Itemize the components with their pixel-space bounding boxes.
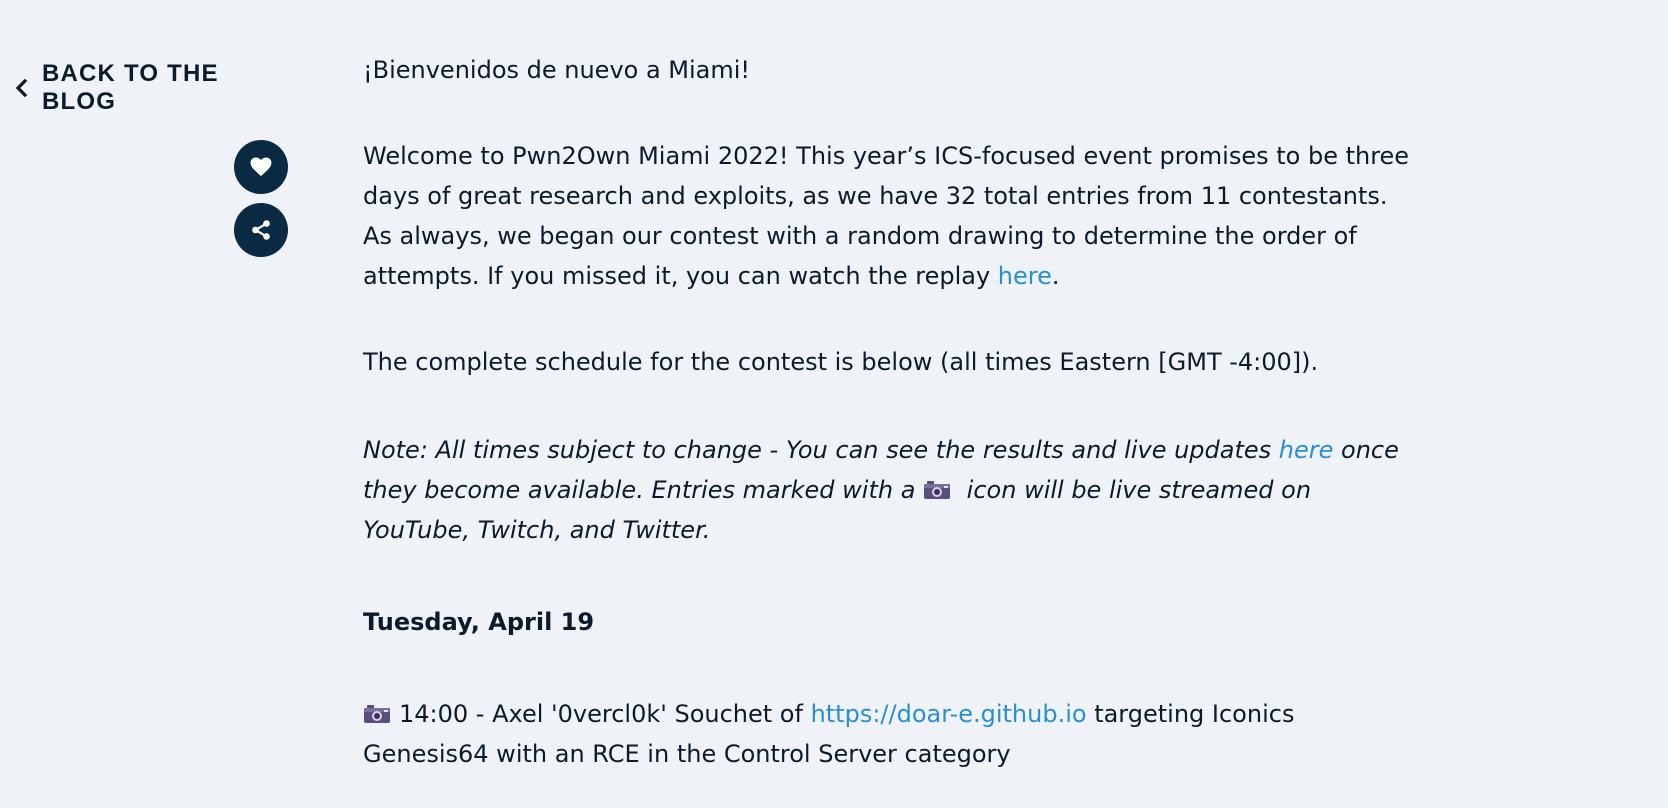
back-to-blog-label: BACK TO THE BLOG [41, 60, 219, 115]
greeting-paragraph: ¡Bienvenidos de nuevo a Miami! [363, 56, 751, 84]
camera-icon [924, 481, 951, 499]
share-icon [252, 220, 270, 240]
replay-link[interactable]: here [998, 262, 1052, 290]
results-link[interactable]: here [1279, 436, 1334, 464]
share-button[interactable] [234, 203, 288, 257]
heart-icon [250, 157, 272, 177]
left-rail: BACK TO THE BLOG [0, 0, 300, 808]
contestant-link[interactable]: https://doar-e.github.io [811, 700, 1087, 728]
entry-text-start: 14:00 - Axel '0vercl0k' Souchet of [399, 700, 811, 728]
schedule-paragraph: The complete schedule for the contest is… [363, 348, 1319, 376]
day-heading: Tuesday, April 19 [363, 608, 595, 636]
welcome-paragraph: Welcome to Pwn2Own Miami 2022! This year… [363, 136, 1423, 296]
welcome-end: . [1051, 262, 1060, 290]
chevron-left-icon [15, 78, 28, 98]
back-to-blog-link[interactable]: BACK TO THE BLOG [12, 60, 300, 116]
note-paragraph: Note: All times subject to change - You … [363, 430, 1423, 550]
note-start: Note: All times subject to change - You … [363, 436, 1279, 464]
schedule-entry: 14:00 - Axel '0vercl0k' Souchet of https… [363, 694, 1423, 774]
welcome-text: Welcome to Pwn2Own Miami 2022! This year… [363, 142, 1410, 290]
article-body: ¡Bienvenidos de nuevo a Miami! Welcome t… [363, 50, 1423, 774]
camera-icon [364, 705, 390, 723]
like-button[interactable] [234, 140, 288, 194]
